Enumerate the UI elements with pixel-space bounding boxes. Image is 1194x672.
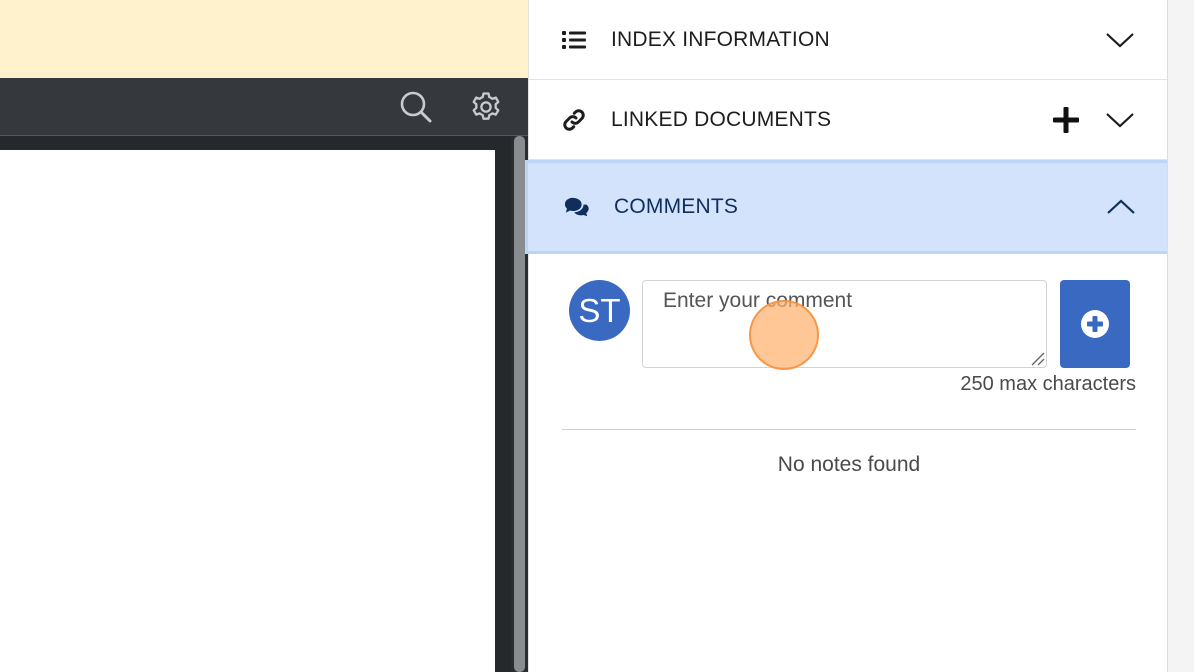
section-linked-documents-title: LINKED DOCUMENTS bbox=[611, 107, 832, 131]
empty-notes-message: No notes found bbox=[777, 453, 921, 476]
max-characters-hint: 250 max characters bbox=[960, 373, 1136, 395]
divider bbox=[562, 429, 1136, 430]
section-comments[interactable]: COMMENTS bbox=[525, 160, 1175, 254]
chevron-down-icon[interactable] bbox=[1105, 31, 1135, 49]
add-linked-document-button[interactable] bbox=[1051, 105, 1081, 135]
plus-icon bbox=[1053, 106, 1079, 133]
avatar: ST bbox=[569, 280, 630, 341]
viewer-scrollbar-thumb[interactable] bbox=[514, 136, 525, 672]
document-stage bbox=[0, 136, 528, 672]
link-icon bbox=[561, 107, 587, 133]
chevron-down-icon[interactable] bbox=[1105, 111, 1135, 129]
app-root: INDEX INFORMATION LINKED DOCUMENTS COMME… bbox=[0, 0, 1194, 672]
viewer-toolbar bbox=[0, 78, 528, 136]
side-panel: INDEX INFORMATION LINKED DOCUMENTS COMME… bbox=[525, 0, 1175, 672]
section-linked-documents[interactable]: LINKED DOCUMENTS bbox=[529, 80, 1169, 160]
section-index-information[interactable]: INDEX INFORMATION bbox=[529, 0, 1169, 80]
document-page bbox=[0, 150, 495, 672]
panel-edge bbox=[1167, 0, 1194, 672]
add-comment-button[interactable] bbox=[1060, 280, 1130, 368]
document-viewer bbox=[0, 0, 528, 672]
resize-handle-icon[interactable] bbox=[1029, 350, 1045, 366]
chevron-up-icon[interactable] bbox=[1106, 198, 1136, 216]
section-comments-title: COMMENTS bbox=[614, 195, 739, 218]
notice-bar bbox=[0, 0, 528, 78]
gear-icon[interactable] bbox=[467, 88, 505, 126]
comment-input[interactable] bbox=[642, 280, 1047, 368]
section-index-information-title: INDEX INFORMATION bbox=[611, 27, 830, 51]
comments-icon bbox=[564, 194, 590, 220]
list-icon bbox=[561, 27, 587, 53]
search-icon[interactable] bbox=[397, 88, 435, 126]
plus-circle-icon bbox=[1081, 310, 1109, 338]
